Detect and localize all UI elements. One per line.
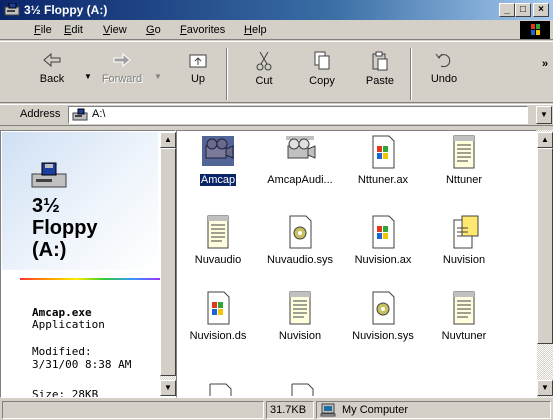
address-label: Address xyxy=(20,108,61,120)
file-name: Nuvtuner xyxy=(441,330,487,342)
system-file-icon xyxy=(372,215,395,249)
system-gear-icon xyxy=(289,215,312,249)
file-name: Amcap xyxy=(198,173,238,187)
status-panel xyxy=(2,401,264,419)
toolbar-separator xyxy=(410,48,412,100)
my-computer-icon xyxy=(320,403,336,417)
file-name: Nuvaudio xyxy=(194,254,242,266)
file-item[interactable]: Nuvision xyxy=(258,290,342,352)
text-document-icon xyxy=(207,215,229,249)
menu-go[interactable]: Go xyxy=(146,24,161,36)
file-item[interactable]: Nuvision.ax xyxy=(341,214,425,276)
system-file-icon xyxy=(372,135,395,169)
file-name: Nttuner xyxy=(445,174,483,186)
copy-label: Copy xyxy=(309,75,335,87)
size-partial: Size: 28KB xyxy=(32,388,99,397)
scissors-icon xyxy=(256,51,272,71)
file-name: Nuvision xyxy=(278,330,322,342)
toolbar-separator xyxy=(226,48,228,100)
clipboard-icon xyxy=(372,51,388,71)
address-input[interactable] xyxy=(68,106,528,124)
file-name: Nttuner.ax xyxy=(357,174,409,186)
text-document-icon xyxy=(453,135,475,169)
file-name: Nuvision.ds xyxy=(189,330,247,342)
scroll-down-button[interactable]: ▼ xyxy=(537,380,553,396)
drive-title: 3½ Floppy (A:) xyxy=(32,195,98,261)
address-dropdown-button[interactable]: ▼ xyxy=(536,106,552,124)
close-button[interactable]: × xyxy=(533,3,549,17)
back-arrow-icon xyxy=(43,52,61,68)
system-file-icon xyxy=(207,291,230,325)
selected-file-type: Application xyxy=(32,318,105,331)
status-size: 31.7KB xyxy=(270,404,307,416)
system-gear-icon xyxy=(372,291,395,325)
size-clip: Size: 28KB xyxy=(2,384,158,397)
rainbow-divider xyxy=(20,278,160,280)
file-item[interactable]: Nuvtuner xyxy=(422,290,506,352)
undo-button[interactable]: Undo xyxy=(416,50,472,100)
up-label: Up xyxy=(190,73,206,85)
file-item[interactable]: Nuvision.sys xyxy=(341,290,425,352)
paste-button[interactable]: Paste xyxy=(352,50,408,100)
toolbar-chevron-button[interactable]: » xyxy=(542,58,548,70)
windows-logo-icon xyxy=(520,21,550,39)
cut-button[interactable]: Cut xyxy=(236,50,292,100)
setup-info-icon xyxy=(453,215,479,249)
floppy-drive-icon xyxy=(31,162,67,188)
address-value: A:\ xyxy=(92,108,106,120)
back-button[interactable]: Back xyxy=(24,50,80,100)
scroll-thumb[interactable] xyxy=(537,148,553,344)
menu-favorites[interactable]: Favorites xyxy=(180,24,225,36)
copy-button[interactable]: Copy xyxy=(294,50,350,100)
file-item[interactable]: Amcap xyxy=(176,134,260,196)
menu-view[interactable]: View xyxy=(103,24,127,36)
document-icon xyxy=(291,383,314,396)
status-zone: My Computer xyxy=(342,404,409,416)
file-item[interactable]: Nttuner xyxy=(422,134,506,196)
window-title: 3½ Floppy (A:) xyxy=(24,3,108,17)
menu-file[interactable]: File xyxy=(34,24,52,36)
file-name: AmcapAudi... xyxy=(267,174,333,186)
file-name: Nuvision.sys xyxy=(352,330,414,342)
app-camera-icon xyxy=(286,136,316,159)
file-name: Nuvision xyxy=(442,254,486,266)
file-item[interactable]: Nuvision.ds xyxy=(176,290,260,352)
document-icon xyxy=(209,383,232,396)
file-item[interactable]: Nttuner.ax xyxy=(341,134,425,196)
cut-label: Cut xyxy=(255,75,273,87)
scroll-up-button[interactable]: ▲ xyxy=(537,132,553,148)
undo-arrow-icon xyxy=(435,53,451,68)
maximize-button[interactable]: □ xyxy=(515,3,531,17)
floppy-drive-icon xyxy=(4,3,20,16)
undo-label: Undo xyxy=(430,73,458,85)
up-button[interactable]: Up xyxy=(170,50,226,100)
file-name: Nuvision.ax xyxy=(354,254,412,266)
forward-dropdown[interactable]: ▼ xyxy=(154,72,162,81)
scroll-thumb[interactable] xyxy=(160,148,176,376)
menu-edit[interactable]: Edit xyxy=(64,24,83,36)
scroll-up-button[interactable]: ▲ xyxy=(160,132,176,148)
folder-up-icon xyxy=(189,54,207,68)
forward-label: Forward xyxy=(101,73,143,85)
app-camera-icon xyxy=(202,136,234,166)
file-item[interactable]: Nuvaudio.sys xyxy=(258,214,342,276)
minimize-button[interactable]: _ xyxy=(499,3,515,17)
file-item[interactable]: Nuvaudio xyxy=(176,214,260,276)
text-document-icon xyxy=(453,291,475,325)
modified-value: 3/31/00 8:38 AM xyxy=(32,358,132,371)
modified-label: Modified: xyxy=(32,345,92,358)
back-dropdown[interactable]: ▼ xyxy=(84,72,92,81)
text-document-icon xyxy=(289,291,311,325)
scroll-down-button[interactable]: ▼ xyxy=(160,380,176,396)
menu-help[interactable]: Help xyxy=(244,24,267,36)
copy-icon xyxy=(314,51,330,70)
forward-button[interactable]: Forward xyxy=(94,50,150,100)
file-item[interactable]: AmcapAudi... xyxy=(258,134,342,196)
floppy-drive-icon xyxy=(72,108,88,121)
file-name: Nuvaudio.sys xyxy=(266,254,334,266)
back-label: Back xyxy=(39,73,65,85)
forward-arrow-icon xyxy=(113,52,131,68)
file-item[interactable]: Nuvision xyxy=(422,214,506,276)
paste-label: Paste xyxy=(365,75,395,87)
